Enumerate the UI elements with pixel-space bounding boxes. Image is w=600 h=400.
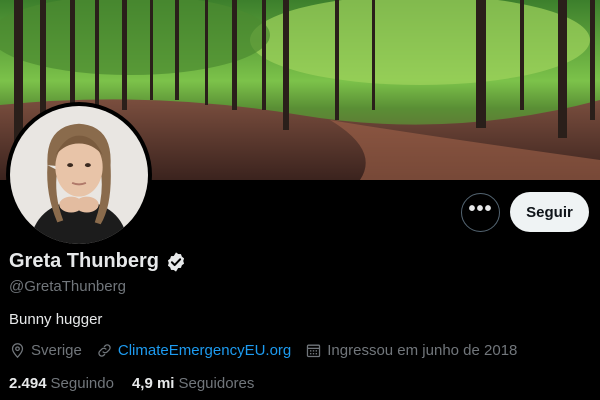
profile-avatar[interactable] bbox=[6, 102, 152, 248]
joined-text: Ingressou em junho de 2018 bbox=[327, 342, 518, 359]
following-label: Seguindo bbox=[50, 375, 114, 392]
profile-handle: @GretaThunberg bbox=[9, 278, 126, 295]
avatar-photo bbox=[10, 106, 148, 244]
website-item: ClimateEmergencyEU.org bbox=[96, 342, 291, 359]
profile-meta-row: Sverige ClimateEmergencyEU.org Ingressou… bbox=[9, 342, 531, 359]
profile-display-name: Greta Thunberg bbox=[9, 250, 160, 272]
follow-button[interactable]: Seguir bbox=[510, 192, 589, 232]
following-count: 2.494 bbox=[9, 375, 47, 392]
following-link[interactable]: 2.494 Seguindo bbox=[9, 375, 114, 392]
profile-bio: Bunny hugger bbox=[9, 311, 103, 328]
profile-stats-row: 2.494 Seguindo 4,9 mi Seguidores bbox=[9, 375, 272, 392]
followers-label: Seguidores bbox=[178, 375, 255, 392]
location-text: Sverige bbox=[31, 342, 82, 359]
profile-name-row: Greta Thunberg bbox=[9, 250, 187, 273]
calendar-icon bbox=[307, 344, 321, 358]
website-link[interactable]: ClimateEmergencyEU.org bbox=[118, 342, 291, 359]
more-horizontal-icon: ••• bbox=[468, 197, 493, 220]
joined-item: Ingressou em junho de 2018 bbox=[305, 342, 517, 359]
location-item: Sverige bbox=[9, 342, 82, 359]
followers-link[interactable]: 4,9 mi Seguidores bbox=[132, 375, 254, 392]
location-pin-icon bbox=[11, 343, 24, 359]
link-icon bbox=[98, 344, 111, 357]
followers-count: 4,9 mi bbox=[131, 375, 175, 392]
verified-badge-icon[interactable] bbox=[165, 251, 187, 273]
more-options-button[interactable]: ••• bbox=[461, 193, 500, 232]
